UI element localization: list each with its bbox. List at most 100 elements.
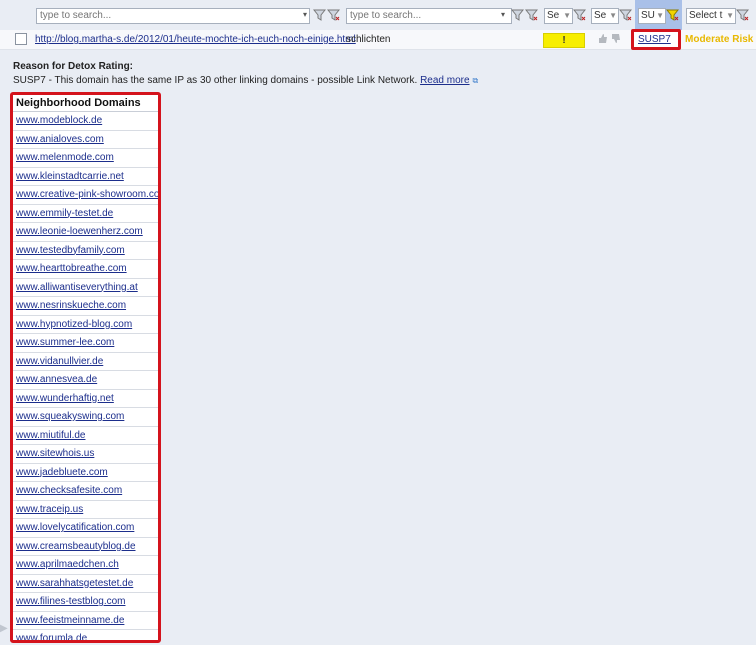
list-item: www.melenmode.com — [13, 149, 158, 168]
reason-title: Reason for Detox Rating: — [13, 61, 134, 72]
list-item: www.emmily-testet.de — [13, 205, 158, 223]
domain-link[interactable]: www.anialoves.com — [16, 134, 104, 145]
chevron-down-icon: ▼ — [609, 11, 617, 20]
list-item: www.miutiful.de — [13, 427, 158, 445]
search-input-anchor[interactable] — [346, 8, 512, 24]
list-item: www.lovelycatification.com — [13, 519, 158, 538]
reason-text: SUSP7 - This domain has the same IP as 3… — [13, 75, 418, 86]
list-item: www.leonie-loewenherz.com — [13, 223, 158, 242]
thumbs-up-icon[interactable] — [598, 33, 608, 44]
select-filter-3[interactable]: SU ▼ — [638, 8, 666, 24]
risk-label: Moderate Risk — [685, 34, 754, 45]
domain-link[interactable]: www.emmily-testet.de — [16, 208, 113, 219]
row-url-link[interactable]: http://blog.martha-s.de/2012/01/heute-mo… — [35, 34, 356, 45]
list-item: www.traceip.us — [13, 501, 158, 519]
list-item: www.modeblock.de — [13, 112, 158, 131]
chevron-down-icon: ▼ — [563, 11, 571, 20]
list-item: www.squeakyswing.com — [13, 408, 158, 427]
domain-link[interactable]: www.alliwantiseverything.at — [16, 282, 138, 293]
select-filter-2[interactable]: Se ▼ — [591, 8, 619, 24]
domain-link[interactable]: www.sarahhatsgetestet.de — [16, 578, 133, 589]
list-item: www.checksafesite.com — [13, 482, 158, 501]
domain-link[interactable]: www.squeakyswing.com — [16, 411, 124, 422]
clear-filter-icon[interactable] — [327, 9, 340, 21]
list-item: www.testedbyfamily.com — [13, 242, 158, 260]
select-value: Select t — [689, 10, 723, 21]
filter-icon[interactable] — [511, 9, 524, 21]
select-filter-1[interactable]: Se ▼ — [544, 8, 573, 24]
row-checkbox[interactable] — [15, 33, 27, 45]
domain-link[interactable]: www.jadebluete.com — [16, 467, 108, 478]
domain-link[interactable]: www.sitewhois.us — [16, 448, 94, 459]
read-more-link[interactable]: Read more — [420, 75, 469, 86]
domain-link[interactable]: www.modeblock.de — [16, 115, 102, 126]
domain-link[interactable]: www.annesvea.de — [16, 374, 97, 385]
select-value: SU — [641, 10, 655, 21]
neighborhood-title: Neighborhood Domains — [13, 95, 158, 112]
chevron-down-icon: ▼ — [726, 11, 734, 20]
domain-link[interactable]: www.leonie-loewenherz.com — [16, 226, 143, 237]
list-item: www.hypnotized-blog.com — [13, 316, 158, 334]
collapse-handle-icon[interactable]: ▶ — [0, 623, 8, 637]
search-input-url[interactable] — [36, 8, 310, 24]
domain-link[interactable]: www.vidanullvier.de — [16, 356, 103, 367]
list-item: www.filines-testblog.com — [13, 593, 158, 612]
domain-link[interactable]: www.creative-pink-showroom.com — [16, 189, 158, 200]
domain-link[interactable]: www.feeistmeinname.de — [16, 615, 124, 626]
select-value: Se — [547, 10, 560, 21]
clear-filter-icon[interactable] — [573, 9, 586, 21]
list-item: www.summer-lee.com — [13, 334, 158, 353]
clear-filter-icon-active[interactable] — [666, 9, 679, 21]
domain-link[interactable]: www.aprilmaedchen.ch — [16, 559, 119, 570]
domain-link[interactable]: www.testedbyfamily.com — [16, 245, 125, 256]
filter-icon[interactable] — [313, 9, 326, 21]
select-filter-4[interactable]: Select t ▼ — [686, 8, 736, 24]
clear-filter-icon[interactable] — [736, 9, 749, 21]
list-item: www.feeistmeinname.de — [13, 612, 158, 630]
list-item: www.hearttobreathe.com — [13, 260, 158, 279]
select-value: Se — [594, 10, 607, 21]
domain-link[interactable]: www.hearttobreathe.com — [16, 263, 127, 274]
domain-link[interactable]: www.lovelycatification.com — [16, 522, 134, 533]
domain-link[interactable]: www.summer-lee.com — [16, 337, 114, 348]
domain-list: www.modeblock.de www.anialoves.com www.mel… — [13, 112, 158, 640]
domain-link[interactable]: www.checksafesite.com — [16, 485, 122, 496]
domain-link[interactable]: www.wunderhaftig.net — [16, 393, 114, 404]
domain-link[interactable]: www.kleinstadtcarrie.net — [16, 171, 124, 182]
list-item: www.nesrinskueche.com — [13, 297, 158, 316]
neighborhood-domains-panel: Neighborhood Domains www.modeblock.de www… — [10, 92, 161, 643]
domain-link[interactable]: www.creamsbeautyblog.de — [16, 541, 136, 552]
list-item: www.forumla.de — [13, 630, 158, 640]
chevron-down-icon: ▼ — [656, 11, 664, 20]
domain-link[interactable]: www.miutiful.de — [16, 430, 85, 441]
domain-link[interactable]: www.forumla.de — [16, 633, 87, 640]
list-item: www.sarahhatsgetestet.de — [13, 575, 158, 593]
domain-link[interactable]: www.traceip.us — [16, 504, 83, 515]
chevron-down-icon[interactable]: ▾ — [303, 10, 310, 19]
rule-code-link[interactable]: SUSP7 — [638, 34, 671, 45]
list-item: www.wunderhaftig.net — [13, 390, 158, 408]
list-item: www.sitewhois.us — [13, 445, 158, 464]
domain-link[interactable]: www.nesrinskueche.com — [16, 300, 126, 311]
list-item: www.kleinstadtcarrie.net — [13, 168, 158, 186]
warning-icon: ! — [562, 35, 566, 46]
domain-link[interactable]: www.filines-testblog.com — [16, 596, 125, 607]
domain-link[interactable]: www.melenmode.com — [16, 152, 114, 163]
reason-text-block: SUSP7 - This domain has the same IP as 3… — [13, 75, 478, 86]
warning-badge: ! — [543, 33, 585, 48]
list-item: www.creative-pink-showroom.com — [13, 186, 158, 205]
chevron-down-icon[interactable]: ▾ — [501, 10, 508, 19]
list-item: www.anialoves.com — [13, 131, 158, 149]
external-link-icon: ⧉ — [472, 76, 479, 85]
clear-filter-icon[interactable] — [525, 9, 538, 21]
domain-link[interactable]: www.hypnotized-blog.com — [16, 319, 132, 330]
list-item: www.vidanullvier.de — [13, 353, 158, 371]
list-item: www.alliwantiseverything.at — [13, 279, 158, 297]
list-item: www.annesvea.de — [13, 371, 158, 390]
list-item: www.creamsbeautyblog.de — [13, 538, 158, 556]
row-anchor-text: schlichten — [346, 34, 391, 45]
clear-filter-icon[interactable] — [619, 9, 632, 21]
list-item: www.aprilmaedchen.ch — [13, 556, 158, 575]
list-item: www.jadebluete.com — [13, 464, 158, 482]
thumbs-down-icon[interactable] — [611, 33, 621, 44]
